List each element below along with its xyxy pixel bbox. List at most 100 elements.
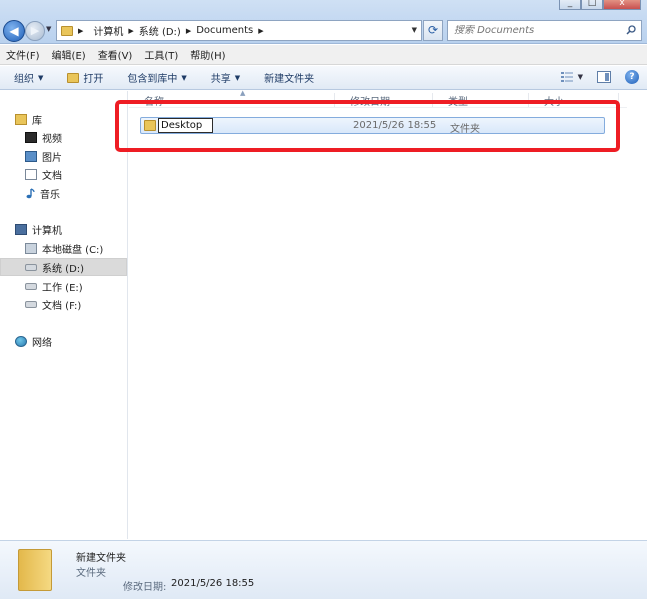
breadcrumb-tail[interactable]: ▶ — [258, 27, 268, 35]
close-button[interactable]: x — [603, 0, 641, 10]
folder-icon — [144, 120, 156, 131]
command-bar: 组织 ▼ 打开 包含到库中 ▼ 共享 ▼ 新建文件夹 ▼ ? — [0, 66, 647, 90]
address-dropdown-button[interactable]: ▼ — [412, 26, 417, 34]
search-box — [447, 20, 642, 41]
video-icon — [25, 131, 37, 143]
nav-label: 音乐 — [40, 189, 60, 201]
column-label: 类型 — [448, 97, 468, 108]
nav-libraries[interactable]: 库 — [15, 110, 142, 128]
nav-label: 视频 — [42, 133, 62, 145]
picture-icon — [25, 150, 37, 162]
chevron-right-icon: ▶ — [128, 26, 134, 35]
search-input[interactable] — [454, 25, 624, 36]
minimize-button[interactable]: _ — [559, 0, 581, 10]
nav-label: 计算机 — [32, 225, 62, 237]
navigation-pane: 库 视频 图片 文档 音乐 计算机 本地磁盘 (C:) 系统 (D:) 工作 (… — [0, 91, 128, 539]
address-bar[interactable]: ▶ 计算机 ▶ 系统 (D:) ▶ Documents ▶ ▼ — [56, 20, 422, 41]
drive-icon — [25, 282, 37, 290]
nav-label: 图片 — [42, 152, 62, 164]
maximize-button[interactable]: □ — [581, 0, 603, 10]
caret-down-icon: ▼ — [181, 73, 187, 82]
file-modified: 2021/5/26 18:55 — [353, 120, 437, 131]
folder-icon — [61, 25, 73, 36]
recent-pages-dropdown[interactable]: ▼ — [46, 25, 51, 33]
window-controls: _ □ x — [559, 0, 641, 10]
view-options-icon[interactable] — [560, 71, 574, 83]
column-modified[interactable]: 修改日期 — [335, 93, 433, 108]
refresh-icon: ⟳ — [427, 23, 439, 37]
arrow-right-icon: ▶ — [30, 24, 40, 37]
share-label: 共享 — [210, 74, 231, 85]
menu-help[interactable]: 帮助(H) — [190, 47, 225, 62]
column-size[interactable]: 大小 — [529, 93, 619, 108]
folder-open-icon — [67, 72, 80, 83]
open-button[interactable]: 打开 — [67, 70, 103, 85]
drive-icon — [25, 263, 37, 271]
network-icon — [15, 335, 27, 347]
nav-drive-d[interactable]: 系统 (D:) — [0, 258, 127, 276]
breadcrumb-root[interactable]: ▶ — [78, 27, 88, 35]
folder-large-icon — [18, 549, 52, 591]
chevron-right-icon: ▶ — [185, 26, 192, 35]
search-icon[interactable] — [626, 25, 636, 35]
column-label: 修改日期 — [350, 97, 390, 108]
details-pane: 新建文件夹 文件夹 修改日期: 2021/5/26 18:55 — [0, 540, 647, 599]
share-button[interactable]: 共享 ▼ — [210, 70, 241, 86]
rename-input[interactable]: Desktop — [158, 118, 213, 133]
view-controls: ▼ ? — [560, 70, 639, 84]
details-date-label: 修改日期: — [123, 582, 167, 593]
organize-button[interactable]: 组织 ▼ — [14, 70, 44, 86]
nav-label: 文档 (F:) — [42, 300, 82, 312]
refresh-button[interactable]: ⟳ — [423, 20, 443, 41]
breadcrumb-label: Documents — [196, 25, 254, 36]
breadcrumb-documents[interactable]: ▶ Documents — [186, 25, 253, 36]
details-name: 新建文件夹 — [76, 553, 126, 564]
arrow-left-icon: ◀ — [9, 24, 19, 38]
forward-button[interactable]: ▶ — [25, 21, 45, 41]
include-in-library-button[interactable]: 包含到库中 ▼ — [127, 70, 187, 86]
menu-file[interactable]: 文件(F) — [6, 47, 40, 62]
menu-view[interactable]: 查看(V) — [98, 47, 133, 62]
caret-down-icon: ▼ — [234, 73, 241, 82]
new-folder-label: 新建文件夹 — [264, 74, 315, 85]
breadcrumb-drive-d[interactable]: ▶ 系统 (D:) — [128, 23, 181, 39]
nav-label: 网络 — [32, 337, 52, 349]
organize-label: 组织 — [14, 74, 34, 85]
preview-pane-icon[interactable] — [597, 71, 611, 83]
nav-computer[interactable]: 计算机 — [15, 220, 142, 238]
include-in-library-label: 包含到库中 — [127, 74, 178, 85]
back-button[interactable]: ◀ — [3, 20, 25, 42]
menu-edit[interactable]: 编辑(E) — [52, 47, 86, 62]
column-label: 大小 — [544, 97, 564, 108]
explorer-window: _ □ x ◀ ▶ ▼ ▶ 计算机 ▶ 系统 (D:) ▶ Documents … — [0, 0, 647, 599]
nav-label: 系统 (D:) — [42, 263, 85, 275]
drive-icon — [25, 300, 37, 308]
breadcrumb-computer[interactable]: 计算机 — [93, 23, 123, 38]
file-list: Desktop 2021/5/26 18:55 文件夹 — [129, 109, 647, 539]
nav-label: 工作 (E:) — [42, 282, 83, 294]
caret-down-icon: ▼ — [38, 73, 44, 82]
chevron-right-icon: ▶ — [258, 26, 264, 35]
document-icon — [25, 168, 37, 180]
caret-down-icon[interactable]: ▼ — [578, 73, 583, 81]
scrollbar-area — [627, 91, 647, 539]
nav-network[interactable]: 网络 — [15, 332, 142, 350]
music-note-icon — [26, 187, 35, 198]
file-row[interactable]: Desktop 2021/5/26 18:55 文件夹 — [140, 117, 605, 135]
details-type: 文件夹 — [76, 568, 106, 579]
column-name[interactable]: 名称 — [129, 93, 335, 108]
chevron-right-icon: ▶ — [78, 26, 84, 35]
column-label: 名称 — [144, 97, 164, 108]
column-type[interactable]: 类型 — [433, 93, 529, 108]
breadcrumb-label: 计算机 — [93, 27, 124, 38]
new-folder-button[interactable]: 新建文件夹 — [264, 70, 314, 85]
system-drive-icon — [25, 242, 37, 254]
breadcrumb-label: 系统 (D:) — [138, 27, 181, 38]
nav-label: 库 — [32, 115, 42, 127]
nav-label: 文档 — [42, 170, 62, 182]
computer-icon — [15, 223, 27, 235]
nav-label: 本地磁盘 (C:) — [42, 244, 104, 256]
menu-tools[interactable]: 工具(T) — [144, 47, 178, 62]
file-type: 文件夹 — [450, 124, 480, 135]
help-icon[interactable]: ? — [625, 70, 639, 84]
